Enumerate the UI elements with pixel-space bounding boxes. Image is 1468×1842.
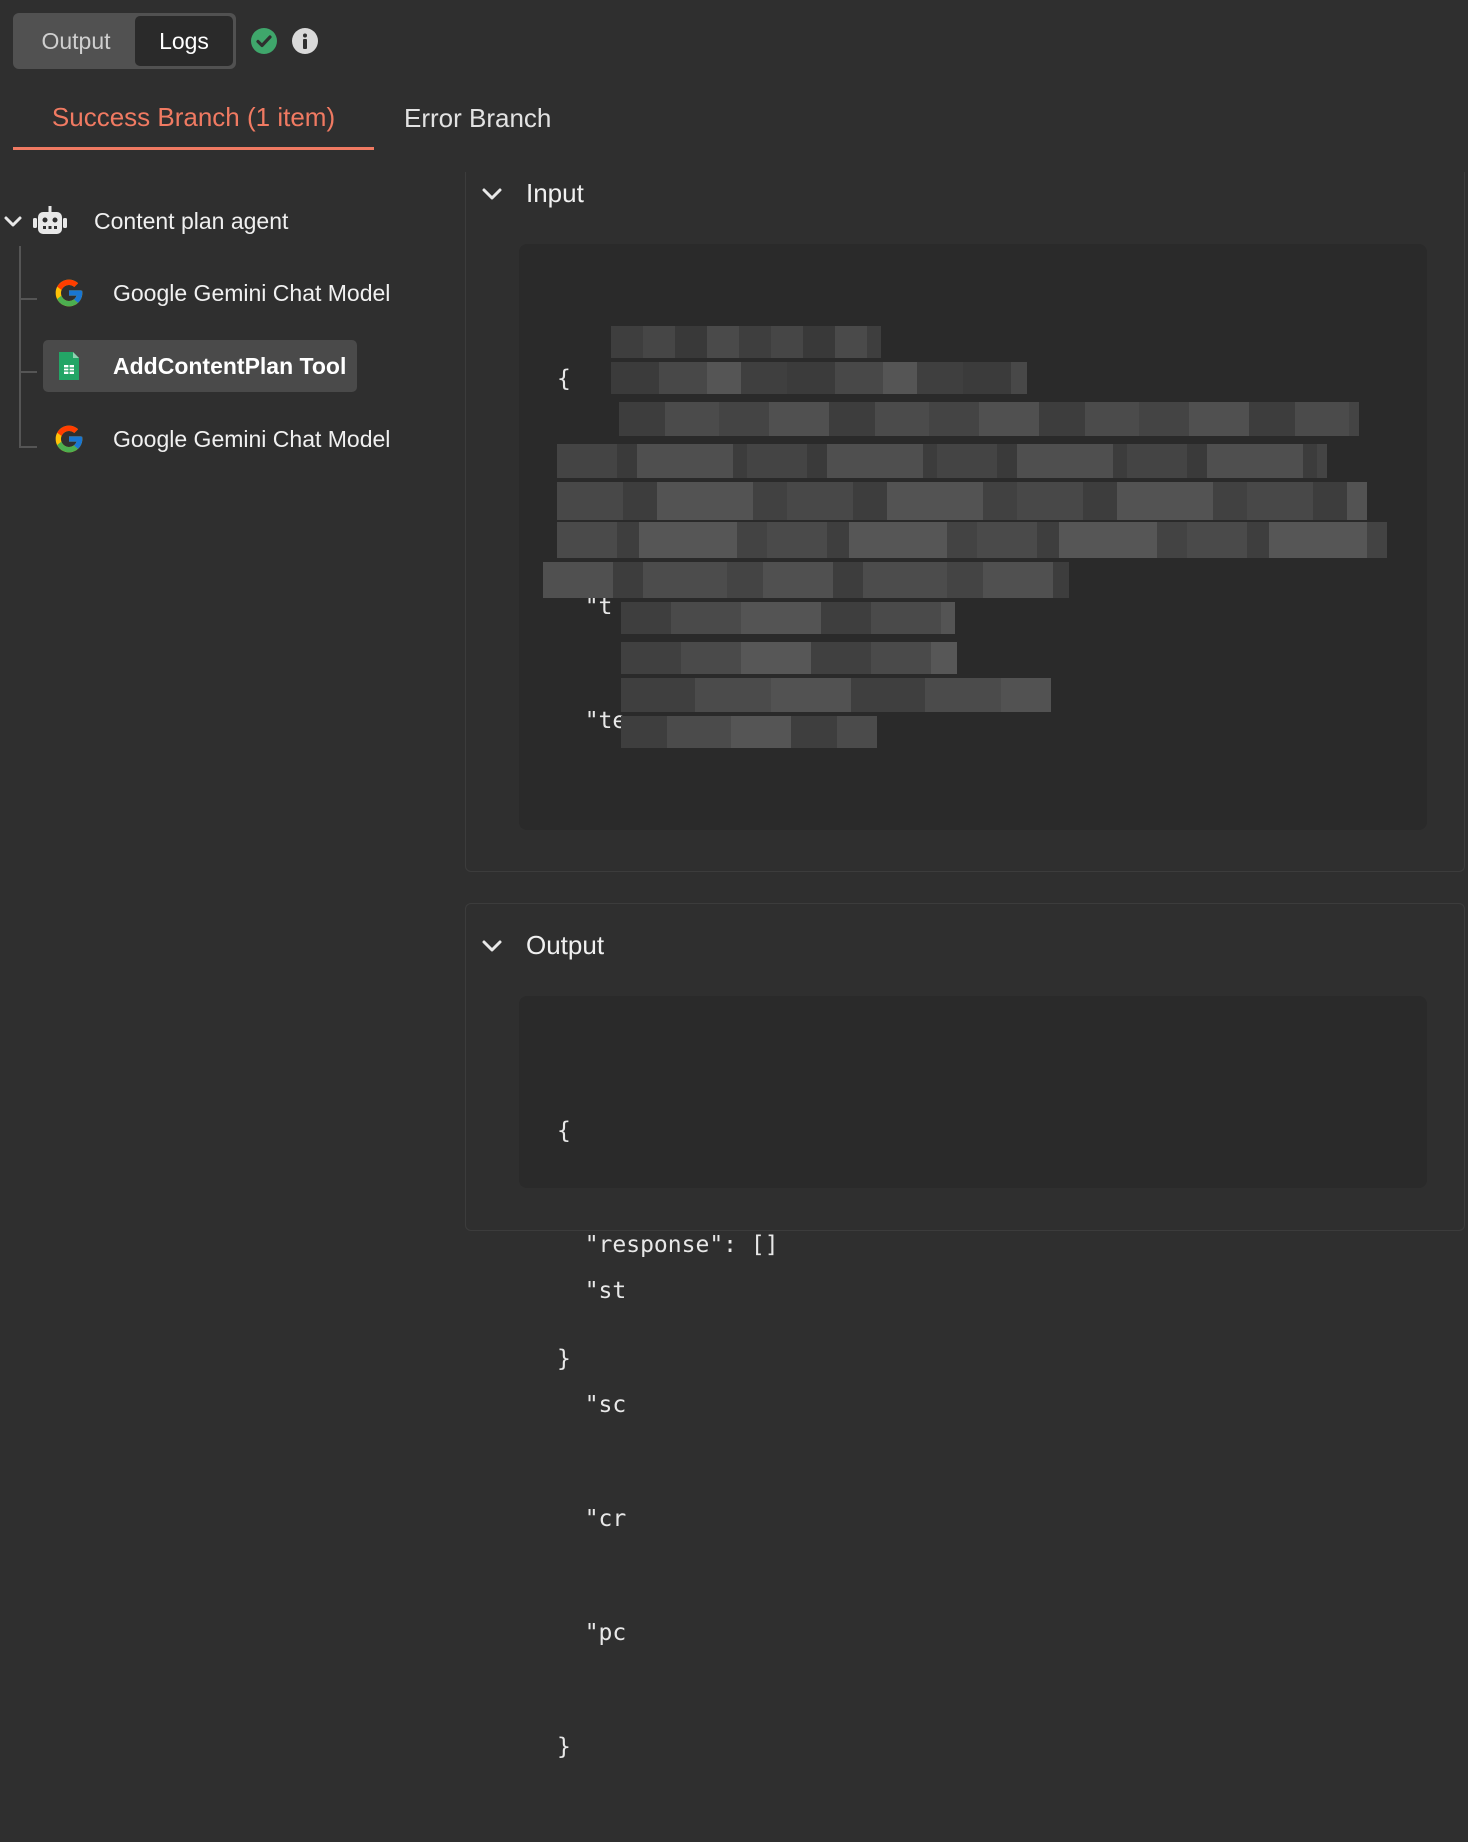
chevron-down-icon[interactable] xyxy=(2,211,28,231)
code-line: } xyxy=(557,1346,571,1372)
output-panel-title: Output xyxy=(526,930,605,960)
tab-error-branch[interactable]: Error Branch xyxy=(404,88,551,148)
redacted-content xyxy=(621,642,957,674)
redacted-content xyxy=(621,678,1051,712)
google-icon xyxy=(53,277,85,309)
output-panel: Output { "response": [] } xyxy=(465,903,1465,1372)
input-panel-title: Input xyxy=(526,178,584,208)
tree-root-content-plan-agent[interactable]: Content plan agent xyxy=(0,198,288,244)
tree-item-addcontentplan-tool[interactable]: AddContentPlan Tool xyxy=(43,340,358,392)
check-circle-icon xyxy=(250,27,278,55)
tree-item-label: AddContentPlan Tool xyxy=(113,352,347,379)
redacted-content xyxy=(543,562,1069,598)
code-line: "pc xyxy=(557,1620,627,1646)
tree-root-label: Content plan agent xyxy=(94,207,289,234)
code-line: "cr xyxy=(557,1506,627,1532)
redacted-content xyxy=(557,444,1327,478)
input-panel: Input { "d "t "te "st "sc "cr "pc } xyxy=(465,172,1465,1760)
input-panel-header[interactable]: Input xyxy=(480,178,584,209)
logs-toggle-button[interactable]: Logs xyxy=(135,16,233,66)
tree-item-gemini-1[interactable]: Google Gemini Chat Model xyxy=(43,267,401,319)
code-line: { xyxy=(557,1118,571,1144)
view-toggle: Output Logs xyxy=(13,13,236,69)
redacted-content xyxy=(557,482,1367,520)
chevron-down-icon[interactable] xyxy=(480,182,504,206)
code-line: "response": [] xyxy=(557,1232,779,1258)
redacted-content xyxy=(621,716,877,748)
tree-branch xyxy=(21,298,37,300)
tree-item-label: Google Gemini Chat Model xyxy=(113,425,391,452)
tree-connector xyxy=(19,246,21,448)
redacted-content xyxy=(611,326,881,358)
tree-item-gemini-2[interactable]: Google Gemini Chat Model xyxy=(43,413,401,465)
code-line: } xyxy=(557,1734,571,1760)
input-code-block[interactable]: { "d "t "te "st "sc "cr "pc } xyxy=(519,244,1427,1760)
info-icon[interactable] xyxy=(291,27,319,55)
redacted-content xyxy=(621,602,955,634)
tab-success-branch[interactable]: Success Branch (1 item) xyxy=(13,88,374,150)
tree-branch xyxy=(21,371,37,373)
redacted-content xyxy=(619,402,1359,436)
output-code-block[interactable]: { "response": [] } xyxy=(519,996,1427,1372)
redacted-content xyxy=(557,522,1387,558)
output-toggle-button[interactable]: Output xyxy=(16,16,136,66)
robot-icon xyxy=(32,206,68,236)
tree-item-label: Google Gemini Chat Model xyxy=(113,279,391,306)
google-icon xyxy=(53,423,85,455)
output-panel-header[interactable]: Output xyxy=(480,930,604,961)
google-sheets-icon xyxy=(53,350,85,382)
tree-branch xyxy=(21,446,37,448)
output-json: { "response": [] } xyxy=(557,1036,779,1454)
redacted-content xyxy=(611,362,1027,394)
chevron-down-icon[interactable] xyxy=(480,934,504,958)
